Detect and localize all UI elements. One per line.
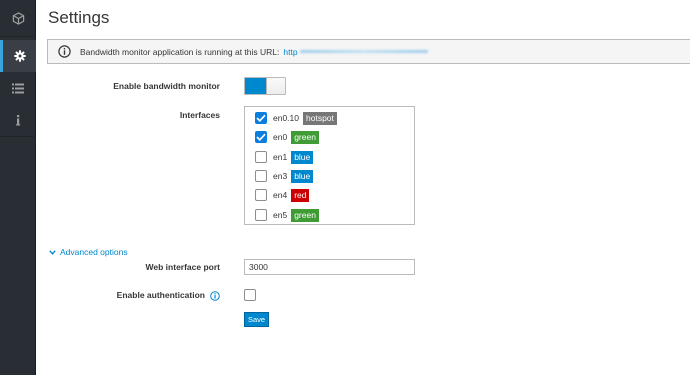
interface-badge: red (291, 188, 310, 202)
port-input[interactable] (244, 259, 415, 275)
interface-name: en0.10 (273, 113, 299, 123)
sidebar-item-dashboard[interactable] (0, 2, 36, 34)
interface-row-en0-10: en0.10 hotspot (255, 110, 337, 126)
cube-icon (12, 11, 25, 25)
interface-badge: hotspot (303, 111, 337, 125)
bandwidth-monitor-label: Enable bandwidth monitor (113, 81, 220, 91)
interface-name: en3 (273, 171, 288, 181)
server-url-link[interactable]: http (283, 47, 297, 57)
interface-badge: green (291, 130, 319, 144)
interface-name: en0 (273, 132, 288, 142)
info-icon (15, 114, 21, 126)
interface-row-en3: en3 blue (255, 168, 314, 184)
alert-message: Bandwidth monitor application is running… (80, 46, 280, 57)
sidebar-item-settings[interactable] (0, 40, 36, 72)
chevron-down-icon (49, 247, 60, 257)
info-alert: Bandwidth monitor application is running… (47, 39, 690, 64)
sidebar-item-list[interactable] (0, 72, 36, 104)
info-circle-icon (58, 45, 71, 58)
interface-name: en4 (273, 190, 288, 200)
redacted-url (299, 50, 428, 53)
sidebar (0, 0, 36, 375)
interface-checkbox[interactable] (255, 151, 267, 163)
checkmark-icon (256, 114, 266, 122)
interface-checkbox[interactable] (255, 189, 267, 201)
save-button[interactable]: Save (244, 312, 269, 327)
toggle-knob (266, 78, 285, 94)
interface-name: en1 (273, 152, 288, 162)
toggle-on-state (245, 78, 266, 94)
help-icon[interactable] (210, 288, 220, 306)
interface-checkbox[interactable] (255, 112, 267, 124)
authentication-label: Enable authentication (116, 290, 205, 300)
interface-badge: green (291, 208, 319, 222)
interface-checkbox[interactable] (255, 209, 267, 221)
interface-checkbox[interactable] (255, 170, 267, 182)
interface-row-en5: en5 green (255, 207, 319, 223)
gear-icon (13, 50, 26, 62)
sidebar-item-info[interactable] (0, 104, 36, 136)
authentication-checkbox[interactable] (244, 289, 256, 301)
page-title: Settings (48, 8, 110, 27)
advanced-options-label: Advanced options (60, 247, 128, 257)
interfaces-list: en0.10 hotspot en0 green en1 blue en3 bl… (244, 106, 415, 225)
interface-badge: blue (291, 169, 314, 183)
interface-checkbox[interactable] (255, 131, 267, 143)
list-icon (12, 83, 24, 94)
interface-row-en1: en1 blue (255, 149, 314, 165)
advanced-options-toggle[interactable]: Advanced options (49, 247, 128, 257)
interface-row-en4: en4 red (255, 187, 310, 203)
checkmark-icon (256, 133, 266, 141)
interfaces-label: Interfaces (179, 110, 220, 120)
bandwidth-monitor-toggle[interactable] (244, 77, 286, 95)
interface-badge: blue (291, 150, 314, 164)
interface-name: en5 (273, 210, 288, 220)
port-label: Web interface port (145, 262, 220, 272)
interface-row-en0: en0 green (255, 129, 319, 145)
